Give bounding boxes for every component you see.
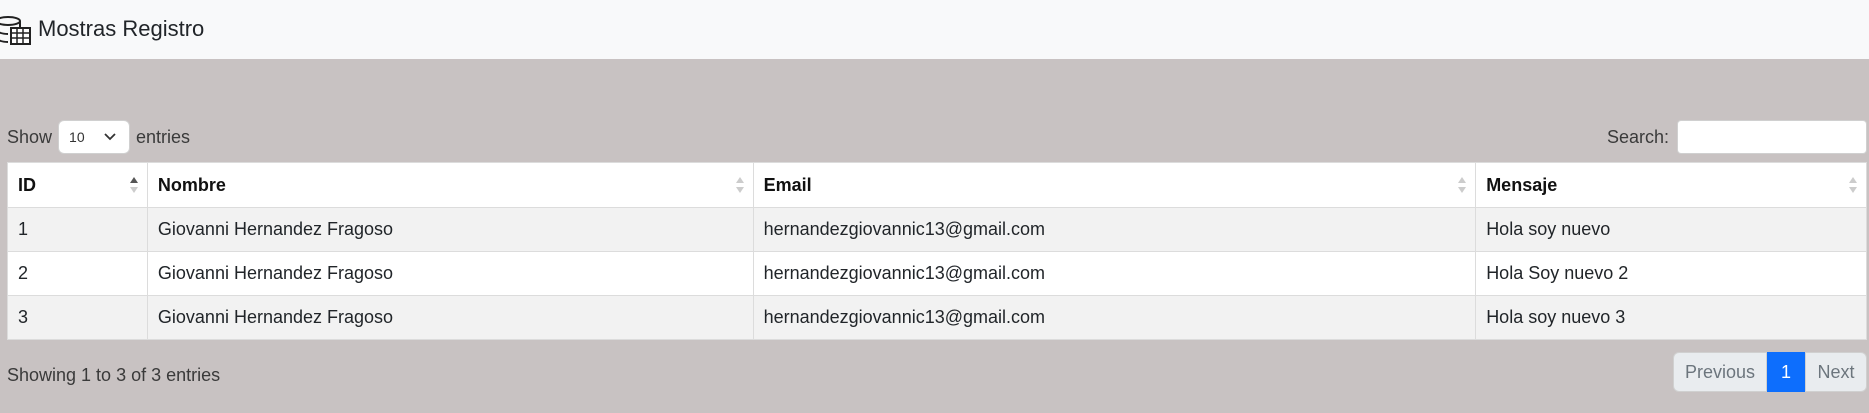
cell-nombre: Giovanni Hernandez Fragoso bbox=[146, 251, 754, 296]
page-title: Mostras Registro bbox=[38, 16, 205, 41]
entries-label: entries bbox=[136, 126, 191, 147]
column-header-label: Email bbox=[763, 174, 812, 195]
column-header-label: Mensaje bbox=[1486, 174, 1558, 195]
pagination: Previous 1 Next bbox=[1673, 352, 1867, 392]
column-header-mensaje[interactable]: Mensaje bbox=[1475, 162, 1867, 208]
page-1-button[interactable]: 1 bbox=[1767, 352, 1805, 392]
cell-id: 3 bbox=[7, 295, 148, 340]
database-table-icon bbox=[0, 16, 32, 46]
records-table: ID Nombre Email Mensaje 1 Giovanni Herna… bbox=[7, 162, 1867, 340]
cell-id: 2 bbox=[7, 251, 148, 296]
column-header-label: Nombre bbox=[157, 174, 226, 195]
chevron-down-icon bbox=[103, 129, 117, 146]
search-input[interactable] bbox=[1677, 120, 1867, 154]
cell-mensaje: Hola soy nuevo 3 bbox=[1475, 295, 1867, 340]
navbar: Mostras Registro bbox=[0, 0, 1869, 59]
show-label: Show bbox=[7, 126, 53, 147]
page-length-select[interactable]: 10 bbox=[58, 120, 131, 154]
page-length-control: Show 10 entries bbox=[7, 120, 190, 154]
cell-nombre: Giovanni Hernandez Fragoso bbox=[146, 207, 754, 252]
cell-nombre: Giovanni Hernandez Fragoso bbox=[146, 295, 754, 340]
cell-email: hernandezgiovannic13@gmail.com bbox=[752, 295, 1477, 340]
column-header-id[interactable]: ID bbox=[7, 162, 148, 208]
page-length-value: 10 bbox=[69, 129, 85, 145]
cell-email: hernandezgiovannic13@gmail.com bbox=[752, 251, 1477, 296]
column-header-label: ID bbox=[18, 174, 36, 195]
cell-mensaje: Hola Soy nuevo 2 bbox=[1475, 251, 1867, 296]
sort-ascending-icon bbox=[129, 177, 138, 193]
cell-mensaje: Hola soy nuevo bbox=[1475, 207, 1867, 252]
column-header-nombre[interactable]: Nombre bbox=[146, 162, 754, 208]
table-row: 1 Giovanni Hernandez Fragoso hernandezgi… bbox=[7, 207, 1867, 252]
cell-id: 1 bbox=[7, 207, 148, 252]
sort-icon bbox=[735, 177, 744, 193]
column-header-email[interactable]: Email bbox=[752, 162, 1477, 208]
search-label: Search: bbox=[1606, 126, 1669, 147]
table-row: 3 Giovanni Hernandez Fragoso hernandezgi… bbox=[7, 295, 1867, 340]
table-info: Showing 1 to 3 of 3 entries bbox=[7, 365, 221, 385]
table-row: 2 Giovanni Hernandez Fragoso hernandezgi… bbox=[7, 251, 1867, 296]
cell-email: hernandezgiovannic13@gmail.com bbox=[752, 207, 1477, 252]
table-header-row: ID Nombre Email Mensaje bbox=[7, 162, 1867, 208]
previous-page-button[interactable]: Previous bbox=[1673, 352, 1767, 392]
sort-icon bbox=[1849, 177, 1857, 193]
next-page-button[interactable]: Next bbox=[1805, 352, 1867, 392]
search-control: Search: bbox=[1607, 120, 1867, 154]
sort-icon bbox=[1458, 177, 1467, 193]
